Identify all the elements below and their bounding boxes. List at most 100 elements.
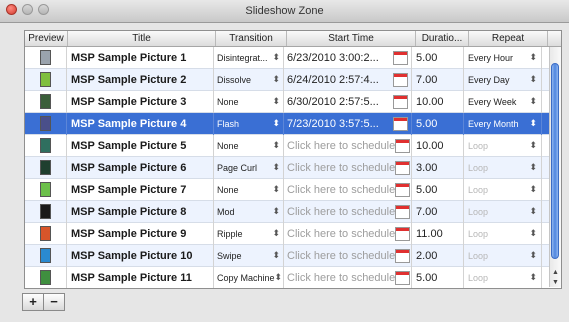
repeat-select[interactable]: Loop ⬍ [464, 156, 542, 179]
stepper-arrows-icon[interactable]: ⬍ [529, 272, 537, 283]
start-time-field[interactable]: 6/24/2010 2:57:4... [284, 68, 412, 91]
stepper-arrows-icon[interactable]: ⬍ [529, 140, 537, 151]
transition-select[interactable]: Dissolve ⬍ [214, 68, 284, 91]
stepper-arrows-icon[interactable]: ⬍ [529, 162, 537, 173]
title-cell[interactable]: MSP Sample Picture 9 [67, 222, 214, 245]
repeat-select[interactable]: Every Hour ⬍ [464, 46, 542, 69]
title-cell[interactable]: MSP Sample Picture 12 [67, 289, 214, 290]
stepper-arrows-icon[interactable]: ⬍ [529, 74, 537, 85]
repeat-select[interactable]: Every Month ⬍ [464, 112, 542, 135]
start-time-field[interactable]: 7/23/2010 3:57:5... [284, 112, 412, 135]
stepper-arrows-icon[interactable]: ⬍ [272, 96, 280, 107]
title-cell[interactable]: MSP Sample Picture 6 [67, 156, 214, 179]
scroll-up-arrow-icon[interactable]: ▲ [550, 268, 561, 277]
duration-field[interactable]: 5.00 [412, 112, 464, 135]
title-cell[interactable]: MSP Sample Picture 10 [67, 244, 214, 267]
transition-select[interactable]: Page Curl ⬍ [214, 156, 284, 179]
repeat-select[interactable]: Loop ⬍ [464, 200, 542, 223]
stepper-arrows-icon[interactable]: ⬍ [272, 184, 280, 195]
table-row[interactable]: MSP Sample Picture 4 Flash ⬍ 7/23/2010 3:57… [25, 112, 561, 135]
duration-field[interactable]: 7.00 [412, 68, 464, 91]
calendar-icon[interactable] [395, 160, 411, 175]
start-time-field[interactable]: Click here to schedule [284, 200, 412, 223]
start-time-field[interactable]: Click here to schedule [284, 178, 412, 201]
title-cell[interactable]: MSP Sample Picture 7 [67, 178, 214, 201]
repeat-select[interactable]: Loop ⬍ [464, 134, 542, 157]
stepper-arrows-icon[interactable]: ⬍ [529, 118, 537, 129]
calendar-icon[interactable] [395, 204, 411, 219]
column-header-transition[interactable]: Transition [216, 31, 287, 46]
stepper-arrows-icon[interactable]: ⬍ [272, 52, 280, 63]
calendar-icon[interactable] [395, 270, 411, 285]
stepper-arrows-icon[interactable]: ⬍ [529, 184, 537, 195]
start-time-field[interactable]: 6/30/2010 2:57:5... [284, 90, 412, 113]
table-row[interactable]: MSP Sample Picture 3 None ⬍ 6/30/2010 2:57:… [25, 90, 561, 113]
repeat-select[interactable]: Every Week ⬍ [464, 90, 542, 113]
calendar-icon[interactable] [395, 226, 411, 241]
table-row[interactable]: MSP Sample Picture 10 Swipe ⬍ Click here to… [25, 244, 561, 267]
duration-field[interactable]: 5.00 [412, 266, 464, 288]
start-time-field[interactable]: 6/23/2010 3:00:2... [284, 46, 412, 69]
scrollbar-thumb[interactable] [551, 63, 559, 259]
calendar-icon[interactable] [395, 138, 411, 153]
transition-select[interactable]: None⬍ [214, 289, 284, 290]
stepper-arrows-icon[interactable]: ⬍ [272, 206, 280, 217]
stepper-arrows-icon[interactable]: ⬍ [529, 250, 537, 261]
table-row[interactable]: MSP Sample Picture 6 Page Curl ⬍ Click here… [25, 156, 561, 179]
start-time-field[interactable]: Click here to schedule [284, 289, 412, 290]
stepper-arrows-icon[interactable]: ⬍ [272, 228, 280, 239]
column-header-preview[interactable]: Preview [25, 31, 68, 46]
start-time-field[interactable]: Click here to schedule [284, 134, 412, 157]
vertical-scrollbar[interactable]: ▲ ▼ [549, 47, 561, 287]
title-cell[interactable]: MSP Sample Picture 4 [67, 112, 214, 135]
repeat-select[interactable]: Loop ⬍ [464, 266, 542, 288]
start-time-field[interactable]: Click here to schedule [284, 156, 412, 179]
duration-field[interactable]: 2.00 [412, 244, 464, 267]
repeat-select[interactable]: Loop ⬍ [464, 222, 542, 245]
stepper-arrows-icon[interactable]: ⬍ [272, 118, 280, 129]
table-row[interactable]: MSP Sample Picture 11 Copy Machine ⬍ Click … [25, 266, 561, 288]
stepper-arrows-icon[interactable]: ⬍ [529, 96, 537, 107]
scroll-down-arrow-icon[interactable]: ▼ [550, 278, 561, 287]
duration-field[interactable]: 10.00 [412, 90, 464, 113]
title-cell[interactable]: MSP Sample Picture 11 [67, 266, 214, 288]
table-row[interactable]: MSP Sample Picture 5 None ⬍ Click here to s… [25, 134, 561, 157]
calendar-icon[interactable] [393, 72, 408, 87]
stepper-arrows-icon[interactable]: ⬍ [272, 74, 280, 85]
stepper-arrows-icon[interactable]: ⬍ [529, 206, 537, 217]
add-row-button[interactable]: + [22, 293, 44, 311]
transition-select[interactable]: Mod ⬍ [214, 200, 284, 223]
table-row[interactable]: MSP Sample Picture 7 None ⬍ Click here to s… [25, 178, 561, 201]
start-time-field[interactable]: Click here to schedule [284, 244, 412, 267]
duration-field[interactable]: 10.00 [412, 289, 464, 290]
column-header-title[interactable]: Title [68, 31, 216, 46]
column-header-duration[interactable]: Duratio... [416, 31, 469, 46]
start-time-field[interactable]: Click here to schedule [284, 222, 412, 245]
title-cell[interactable]: MSP Sample Picture 5 [67, 134, 214, 157]
column-header-start-time[interactable]: Start Time [287, 31, 416, 46]
table-row[interactable]: MSP Sample Picture 8 Mod ⬍ Click here to sc… [25, 200, 561, 223]
start-time-field[interactable]: Click here to schedule [284, 266, 412, 288]
calendar-icon[interactable] [393, 50, 408, 65]
stepper-arrows-icon[interactable]: ⬍ [529, 228, 537, 239]
transition-select[interactable]: None⬍ [214, 134, 284, 157]
table-row[interactable]: MSP Sample Picture 1 Disintegrat... ⬍ 6/23/… [25, 46, 561, 69]
table-row[interactable]: MSP Sample Picture 2 Dissolve ⬍ 6/24/2010 2… [25, 68, 561, 91]
duration-field[interactable]: 3.00 [412, 156, 464, 179]
calendar-icon[interactable] [395, 182, 411, 197]
stepper-arrows-icon[interactable]: ⬍ [272, 140, 280, 151]
transition-select[interactable]: None⬍ [214, 178, 284, 201]
calendar-icon[interactable] [393, 94, 408, 109]
transition-select[interactable]: Swipe ⬍ [214, 244, 284, 267]
calendar-icon[interactable] [393, 116, 408, 131]
duration-field[interactable]: 5.00 [412, 178, 464, 201]
transition-select[interactable]: Flash ⬍ [214, 112, 284, 135]
repeat-select[interactable]: Loop ⬍ [464, 244, 542, 267]
title-cell[interactable]: MSP Sample Picture 8 [67, 200, 214, 223]
repeat-select[interactable]: Loop ⬍ [464, 178, 542, 201]
stepper-arrows-icon[interactable]: ⬍ [272, 250, 280, 261]
title-cell[interactable]: MSP Sample Picture 1 [67, 46, 214, 69]
calendar-icon[interactable] [395, 248, 411, 263]
column-header-repeat[interactable]: Repeat [469, 31, 548, 46]
remove-row-button[interactable]: − [44, 293, 65, 311]
